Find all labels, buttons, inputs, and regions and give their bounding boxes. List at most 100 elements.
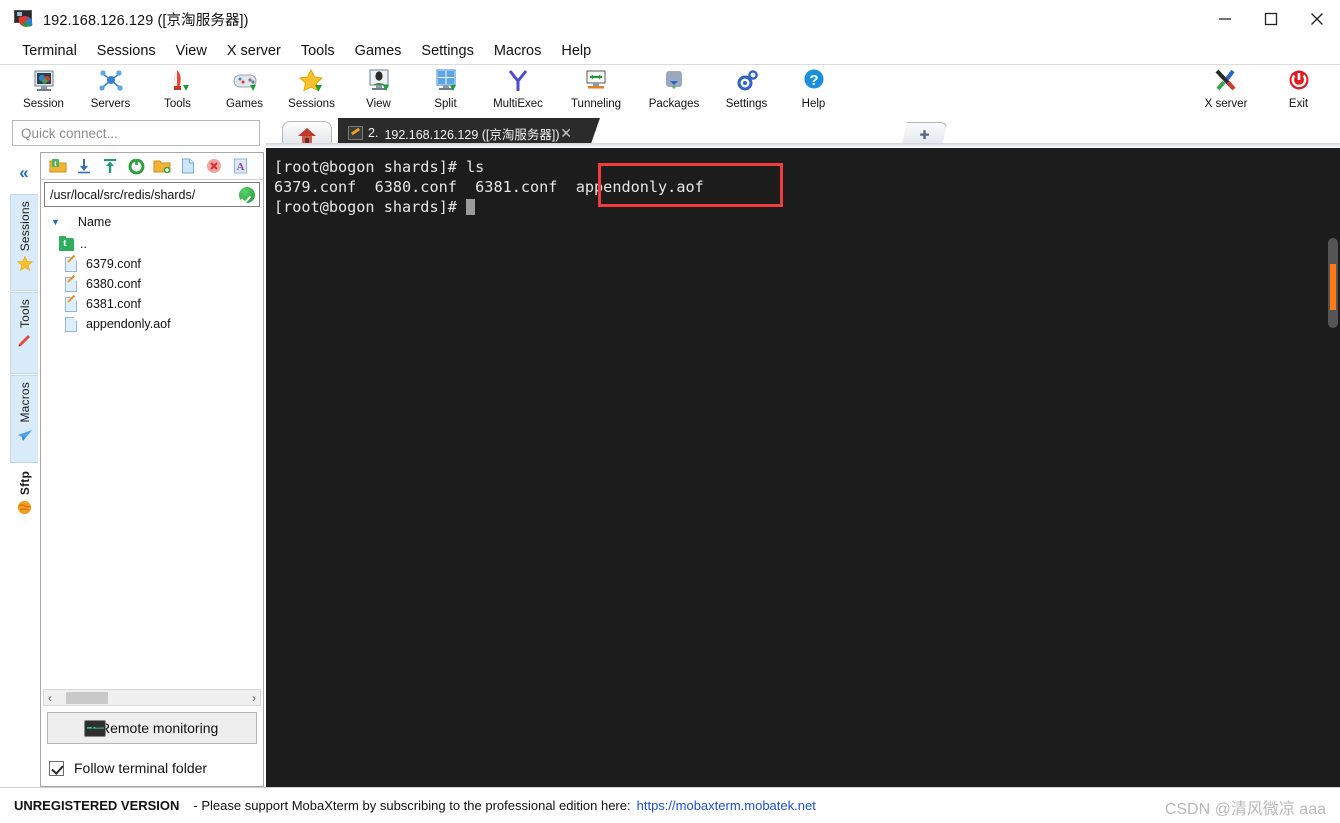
download-icon[interactable] [71,154,97,178]
svg-text:t: t [54,159,57,168]
games-icon [230,68,260,96]
follow-terminal-folder-label: Follow terminal folder [74,760,208,776]
sftp-path-field[interactable]: /usr/local/src/redis/shards/ [44,182,260,207]
scroll-left-icon[interactable]: ‹ [44,691,56,705]
text-mode-icon[interactable]: A [227,154,253,178]
follow-terminal-folder-checkbox[interactable]: Follow terminal folder [49,760,207,776]
toolbar-servers-label: Servers [90,98,131,110]
sftp-horizontal-scrollbar[interactable]: ‹ › [43,689,261,706]
menu-view[interactable]: View [166,41,217,61]
sftp-toolbar: t A [41,153,263,180]
menu-x-server[interactable]: X server [217,41,291,61]
sftp-path-value: /usr/local/src/redis/shards/ [50,187,196,202]
toolbar-tunneling-button[interactable]: Tunneling [557,65,635,117]
packages-icon [659,68,689,96]
quick-connect-placeholder: Quick connect... [21,125,118,141]
rail-tab-sessions-label: Sessions [17,201,32,252]
folder-up-icon [59,236,74,252]
toolbar-view-button[interactable]: View [345,65,412,117]
monitor-graph-icon [84,719,106,737]
title-bar: 192.168.126.129 ([京淘服务器]) [0,0,1340,38]
toolbar-tunneling-label: Tunneling [570,98,622,110]
minimize-button[interactable] [1202,0,1248,38]
toolbar-xserver-button[interactable]: X server [1187,65,1265,117]
toolbar-tools-button[interactable]: Tools [144,65,211,117]
quick-connect-input[interactable]: Quick connect... [12,120,260,146]
plus-icon: ✚ [919,127,930,142]
sftp-browser-panel: t A /usr/local/src/redis/shards/ ▼ Name … [40,152,264,787]
new-folder-icon[interactable] [149,154,175,178]
menu-sessions[interactable]: Sessions [87,41,166,61]
refresh-icon[interactable] [123,154,149,178]
conf-file-icon [65,256,80,272]
delete-icon[interactable] [201,154,227,178]
remote-monitoring-button[interactable]: Remote monitoring [47,712,257,744]
support-message: - Please support MobaXterm by subscribin… [193,798,631,813]
terminal-scrollbar-thumb[interactable] [1330,264,1336,310]
maximize-button[interactable] [1248,0,1294,38]
svg-text:A: A [236,161,244,173]
menu-games[interactable]: Games [345,41,412,61]
terminal-scrollbar[interactable] [1328,238,1338,328]
toolbar-right-group: X server Exit [1187,65,1332,117]
window-controls [1202,0,1340,38]
toolbar-split-label: Split [434,98,457,110]
star-icon [16,256,33,273]
double-chevron-left-icon[interactable]: « [10,152,38,194]
list-item[interactable]: .. [55,234,263,254]
toolbar-sessions-label: Sessions [288,98,335,110]
toolbar-games-button[interactable]: Games [211,65,278,117]
menu-settings[interactable]: Settings [411,41,483,61]
toolbar-session-label: Session [23,98,64,110]
settings-gear-icon [732,68,762,96]
scroll-right-icon[interactable]: › [248,691,260,705]
toolbar-session-button[interactable]: Session [10,65,77,117]
tunneling-icon [581,68,611,96]
toolbar-servers-button[interactable]: Servers [77,65,144,117]
close-button[interactable] [1294,0,1340,38]
menu-help[interactable]: Help [551,41,601,61]
menu-macros[interactable]: Macros [484,41,552,61]
rail-tab-macros[interactable]: Macros [10,375,38,463]
exit-power-icon [1284,68,1314,96]
help-icon: ? [799,68,829,96]
toolbar-sessions-button[interactable]: Sessions [278,65,345,117]
file-name: 6379.conf [86,257,141,271]
rail-tab-tools[interactable]: Tools [10,292,38,374]
toolbar-help-button[interactable]: ? Help [780,65,847,117]
list-item[interactable]: 6380.conf [55,274,263,294]
mobaxterm-logo-icon [14,10,34,28]
rail-tab-sftp[interactable]: Sftp [10,464,38,526]
paper-plane-icon [17,428,33,445]
list-item[interactable]: appendonly.aof [55,314,263,334]
upload-icon[interactable] [97,154,123,178]
conf-file-icon [65,276,80,292]
ssh-key-icon [348,126,363,140]
terminal-line-2-highlight: appendonly.aof [575,178,704,196]
menu-tools[interactable]: Tools [291,41,345,61]
toolbar-packages-button[interactable]: Packages [635,65,713,117]
mobaxterm-link[interactable]: https://mobaxterm.mobatek.net [637,798,816,813]
file-name: appendonly.aof [86,317,171,331]
terminal-cursor [466,199,476,215]
split-icon [431,68,461,96]
folder-up-icon[interactable]: t [45,154,71,178]
close-icon[interactable]: ✕ [560,125,572,142]
terminal-view[interactable]: 📎 [root@bogon shards]# ls 6379.conf 6380… [266,148,1340,788]
new-file-icon[interactable] [175,154,201,178]
toolbar-settings-button[interactable]: Settings [713,65,780,117]
toolbar-packages-label: Packages [648,98,700,110]
toolbar-split-button[interactable]: Split [412,65,479,117]
svg-text:?: ? [809,72,818,89]
servers-icon [96,68,126,96]
scroll-thumb[interactable] [66,692,108,704]
list-item[interactable]: 6379.conf [55,254,263,274]
toolbar-multiexec-button[interactable]: MultiExec [479,65,557,117]
checkbox-checked-icon[interactable] [49,760,64,776]
toolbar-exit-button[interactable]: Exit [1265,65,1332,117]
tools-icon [163,68,193,96]
list-item[interactable]: 6381.conf [55,294,263,314]
rail-tab-sessions[interactable]: Sessions [10,194,38,291]
menu-terminal[interactable]: Terminal [12,41,87,61]
sftp-column-header[interactable]: ▼ Name [41,211,263,233]
